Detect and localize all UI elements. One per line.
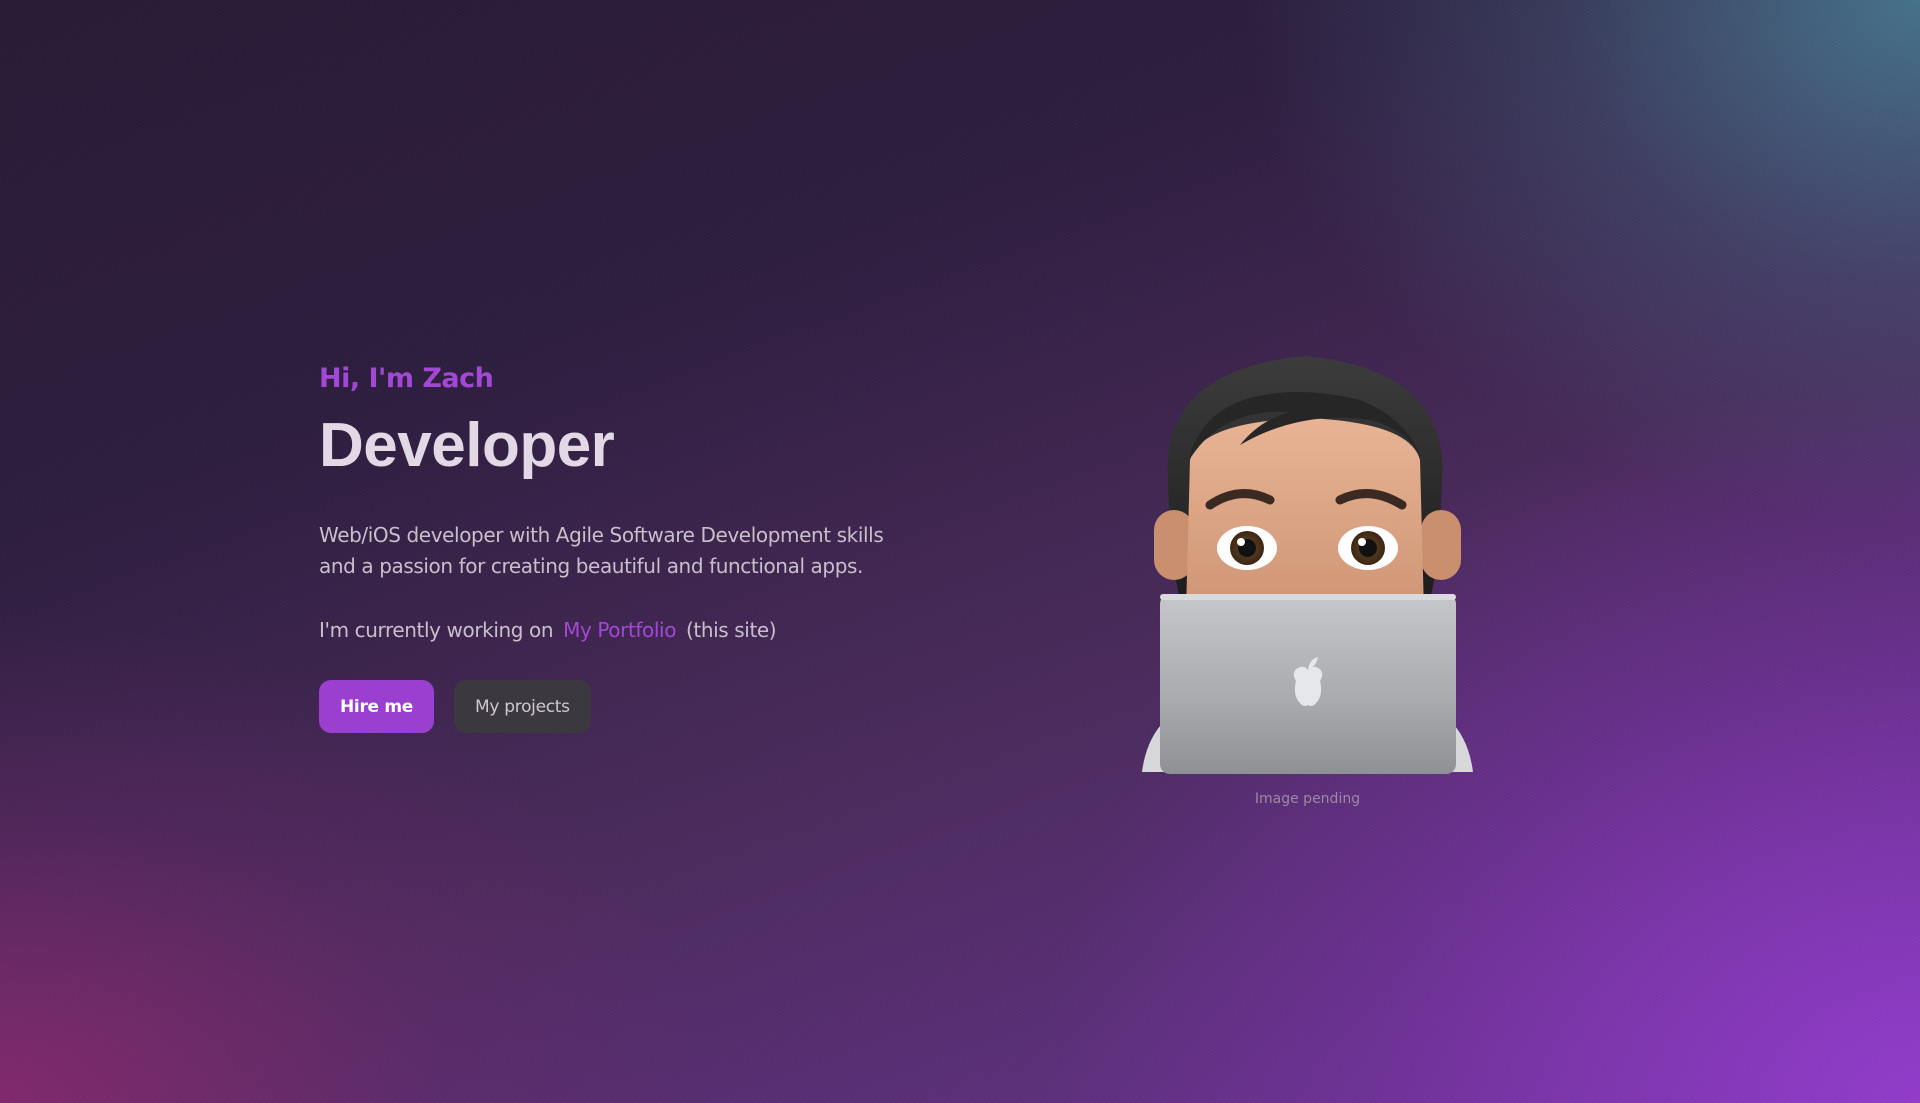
current-work-prefix: I'm currently working on	[319, 618, 554, 642]
hero-section: Hi, I'm Zach Developer Web/iOS developer…	[319, 362, 939, 733]
bio-text: Web/iOS developer with Agile Software De…	[319, 523, 884, 578]
cta-buttons: Hire me My projects	[319, 680, 939, 733]
current-work-text: I'm currently working on My Portfolio (t…	[319, 615, 939, 645]
portfolio-link[interactable]: My Portfolio	[563, 618, 676, 642]
current-work-suffix: (this site)	[686, 618, 777, 642]
hire-me-button[interactable]: Hire me	[319, 680, 435, 733]
page-title: Developer	[319, 411, 615, 480]
avatar-caption: Image pending	[1254, 791, 1361, 807]
my-projects-button[interactable]: My projects	[454, 680, 591, 733]
greeting-text: Hi, I'm Zach	[319, 363, 494, 394]
memoji-avatar-icon	[1140, 350, 1475, 775]
background-texture	[0, 0, 1920, 1103]
